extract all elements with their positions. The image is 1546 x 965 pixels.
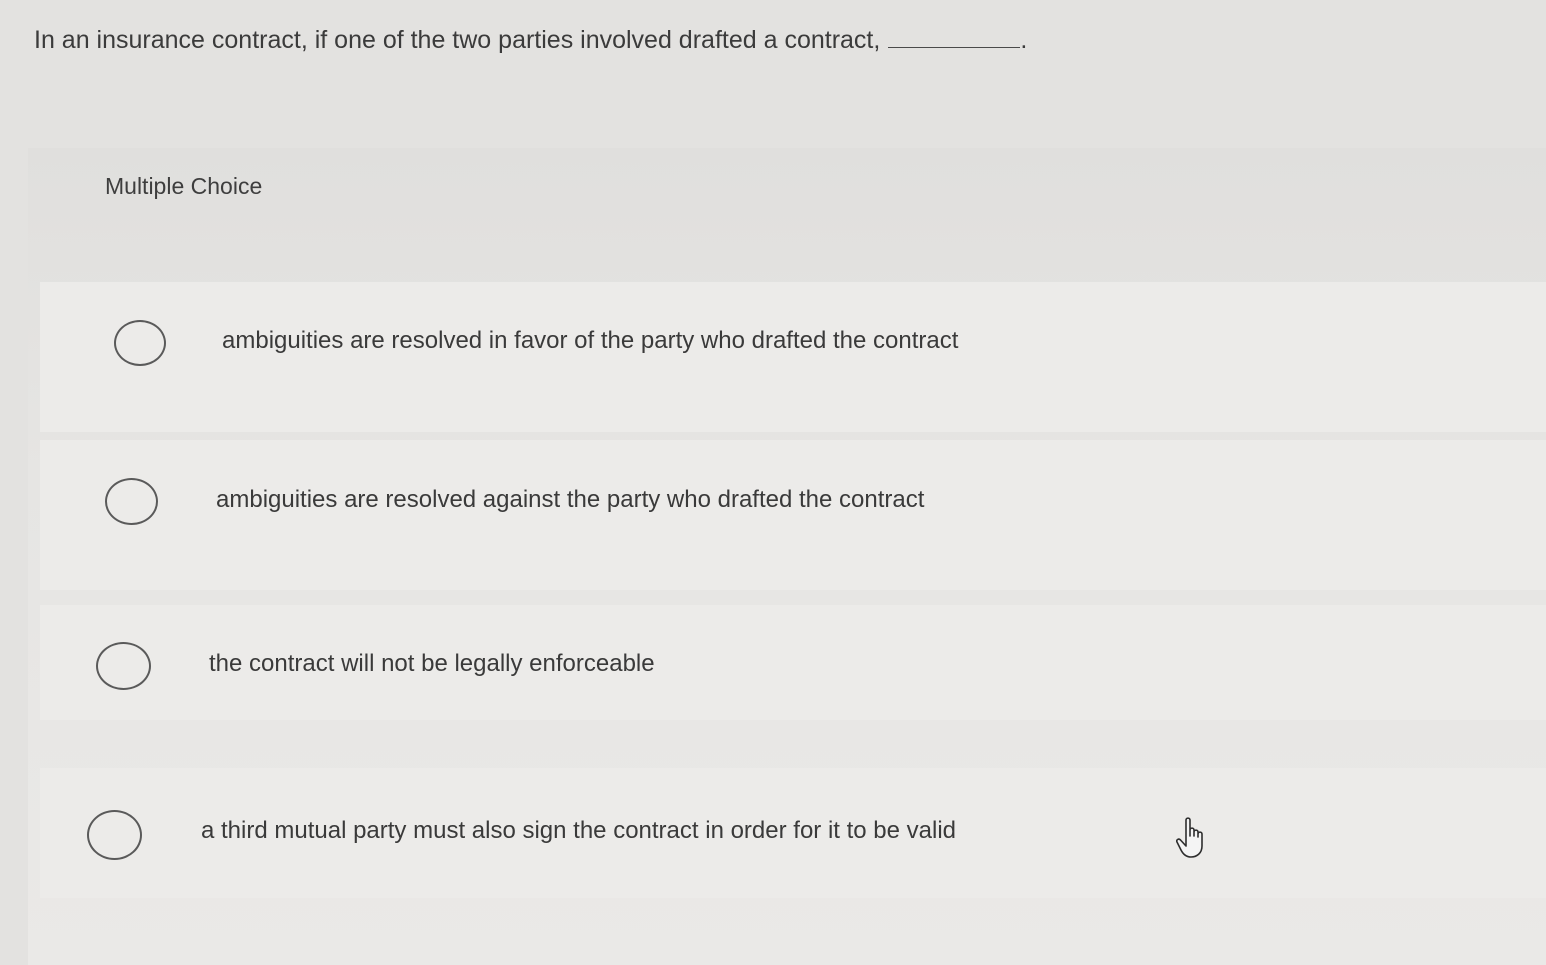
radio-button-icon[interactable] [105, 478, 158, 525]
choice-label-2[interactable]: ambiguities are resolved against the par… [216, 486, 924, 514]
hand-pointer-cursor-icon [1176, 817, 1203, 858]
radio-button-icon[interactable] [114, 320, 166, 366]
radio-button-icon[interactable] [96, 642, 151, 690]
question-trailing: . [1020, 26, 1028, 54]
option-band-2 [40, 440, 1546, 590]
option-band-1 [40, 282, 1546, 432]
answer-blank [888, 27, 1021, 48]
radio-button-icon[interactable] [87, 810, 142, 860]
choice-label-4[interactable]: a third mutual party must also sign the … [201, 817, 956, 845]
section-label: Multiple Choice [105, 173, 263, 199]
choice-label-3[interactable]: the contract will not be legally enforce… [209, 650, 655, 678]
question-prompt: In an insurance contract, if one of the … [34, 26, 881, 54]
choice-label-1[interactable]: ambiguities are resolved in favor of the… [222, 327, 958, 355]
question-text: In an insurance contract, if one of the … [34, 26, 1027, 55]
